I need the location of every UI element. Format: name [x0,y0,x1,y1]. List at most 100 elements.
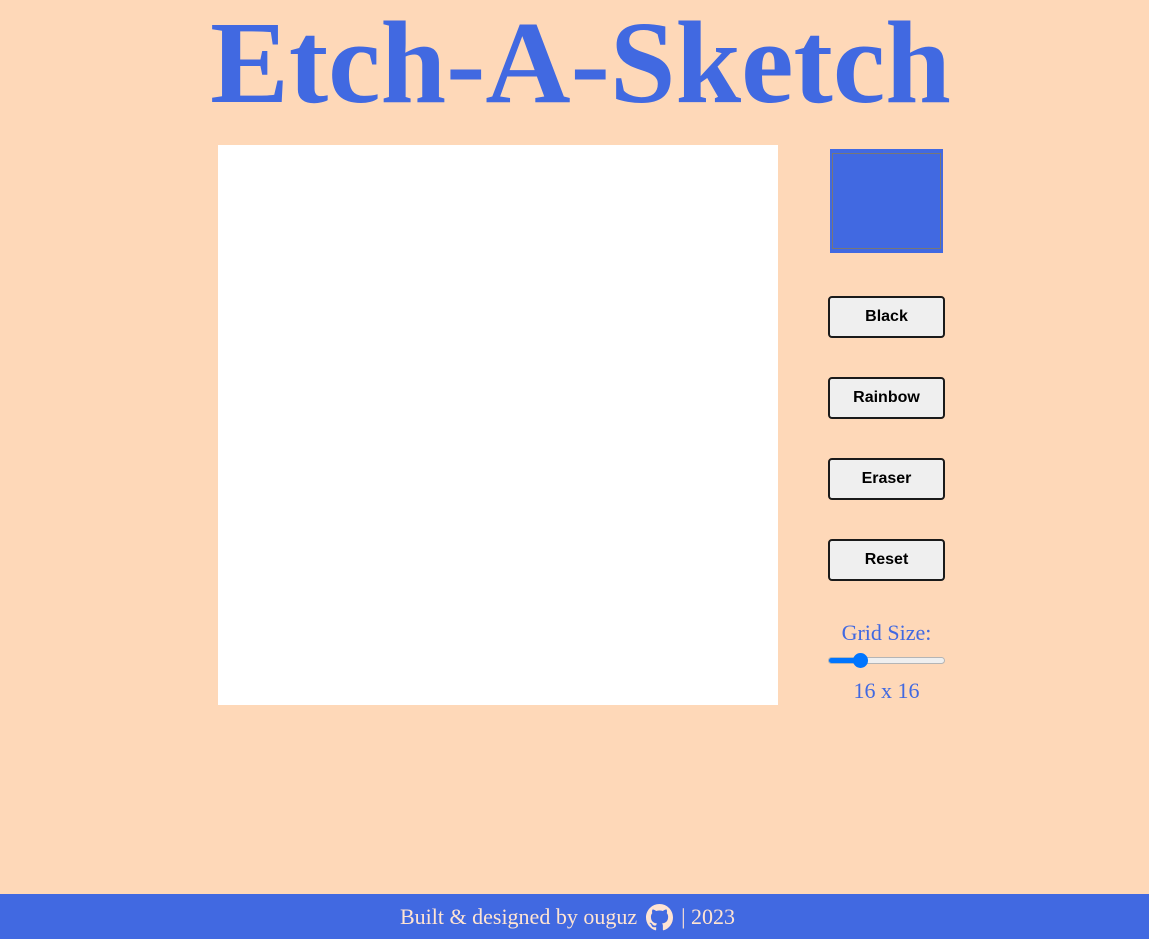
grid-cell[interactable] [743,320,778,355]
grid-cell[interactable] [323,495,358,530]
grid-cell[interactable] [218,460,253,495]
grid-cell[interactable] [463,425,498,460]
grid-cell[interactable] [323,635,358,670]
grid-cell[interactable] [288,425,323,460]
grid-cell[interactable] [708,390,743,425]
grid-cell[interactable] [428,390,463,425]
grid-cell[interactable] [323,460,358,495]
grid-cell[interactable] [743,425,778,460]
grid-cell[interactable] [393,215,428,250]
grid-cell[interactable] [568,565,603,600]
grid-cell[interactable] [463,145,498,180]
grid-cell[interactable] [288,215,323,250]
grid-cell[interactable] [743,285,778,320]
grid-cell[interactable] [568,180,603,215]
grid-cell[interactable] [253,320,288,355]
grid-cell[interactable] [393,635,428,670]
grid-cell[interactable] [358,355,393,390]
grid-cell[interactable] [638,180,673,215]
grid-cell[interactable] [358,145,393,180]
grid-cell[interactable] [463,495,498,530]
grid-cell[interactable] [288,460,323,495]
grid-cell[interactable] [673,180,708,215]
grid-cell[interactable] [463,670,498,705]
grid-cell[interactable] [673,565,708,600]
grid-cell[interactable] [393,495,428,530]
grid-cell[interactable] [568,495,603,530]
grid-cell[interactable] [603,250,638,285]
grid-cell[interactable] [638,635,673,670]
grid-cell[interactable] [743,565,778,600]
grid-cell[interactable] [673,215,708,250]
grid-cell[interactable] [323,215,358,250]
grid-cell[interactable] [428,285,463,320]
grid-cell[interactable] [568,390,603,425]
grid-cell[interactable] [393,250,428,285]
grid-cell[interactable] [603,495,638,530]
grid-cell[interactable] [603,670,638,705]
grid-cell[interactable] [393,180,428,215]
grid-cell[interactable] [638,320,673,355]
grid-cell[interactable] [708,670,743,705]
grid-cell[interactable] [218,180,253,215]
github-icon[interactable] [646,903,674,931]
grid-cell[interactable] [253,145,288,180]
grid-cell[interactable] [288,145,323,180]
grid-cell[interactable] [568,355,603,390]
grid-cell[interactable] [498,250,533,285]
grid-cell[interactable] [568,600,603,635]
grid-cell[interactable] [358,495,393,530]
grid-cell[interactable] [218,670,253,705]
grid-cell[interactable] [603,145,638,180]
grid-cell[interactable] [323,670,358,705]
grid-cell[interactable] [498,145,533,180]
grid-cell[interactable] [393,320,428,355]
grid-cell[interactable] [428,565,463,600]
grid-cell[interactable] [568,250,603,285]
grid-cell[interactable] [533,250,568,285]
grid-cell[interactable] [743,390,778,425]
grid-cell[interactable] [218,425,253,460]
grid-cell[interactable] [603,355,638,390]
grid-cell[interactable] [288,565,323,600]
grid-cell[interactable] [253,215,288,250]
grid-cell[interactable] [253,285,288,320]
grid-cell[interactable] [533,215,568,250]
grid-cell[interactable] [673,250,708,285]
grid-cell[interactable] [743,460,778,495]
grid-cell[interactable] [428,495,463,530]
grid-cell[interactable] [708,600,743,635]
grid-cell[interactable] [708,530,743,565]
grid-cell[interactable] [393,390,428,425]
grid-cell[interactable] [393,670,428,705]
grid-cell[interactable] [498,425,533,460]
grid-cell[interactable] [218,565,253,600]
grid-cell[interactable] [218,250,253,285]
grid-cell[interactable] [288,530,323,565]
grid-cell[interactable] [673,285,708,320]
grid-cell[interactable] [568,530,603,565]
grid-cell[interactable] [743,635,778,670]
grid-cell[interactable] [463,180,498,215]
grid-cell[interactable] [603,180,638,215]
grid-cell[interactable] [463,390,498,425]
grid-cell[interactable] [673,600,708,635]
grid-cell[interactable] [498,495,533,530]
grid-cell[interactable] [498,565,533,600]
grid-cell[interactable] [638,460,673,495]
grid-cell[interactable] [638,145,673,180]
grid-cell[interactable] [218,355,253,390]
grid-cell[interactable] [253,355,288,390]
grid-cell[interactable] [673,320,708,355]
grid-cell[interactable] [533,145,568,180]
grid-cell[interactable] [498,600,533,635]
grid-cell[interactable] [253,600,288,635]
grid-cell[interactable] [288,355,323,390]
grid-cell[interactable] [428,145,463,180]
grid-cell[interactable] [603,460,638,495]
grid-cell[interactable] [638,565,673,600]
grid-cell[interactable] [253,530,288,565]
grid-cell[interactable] [463,285,498,320]
grid-cell[interactable] [743,250,778,285]
grid-cell[interactable] [673,460,708,495]
